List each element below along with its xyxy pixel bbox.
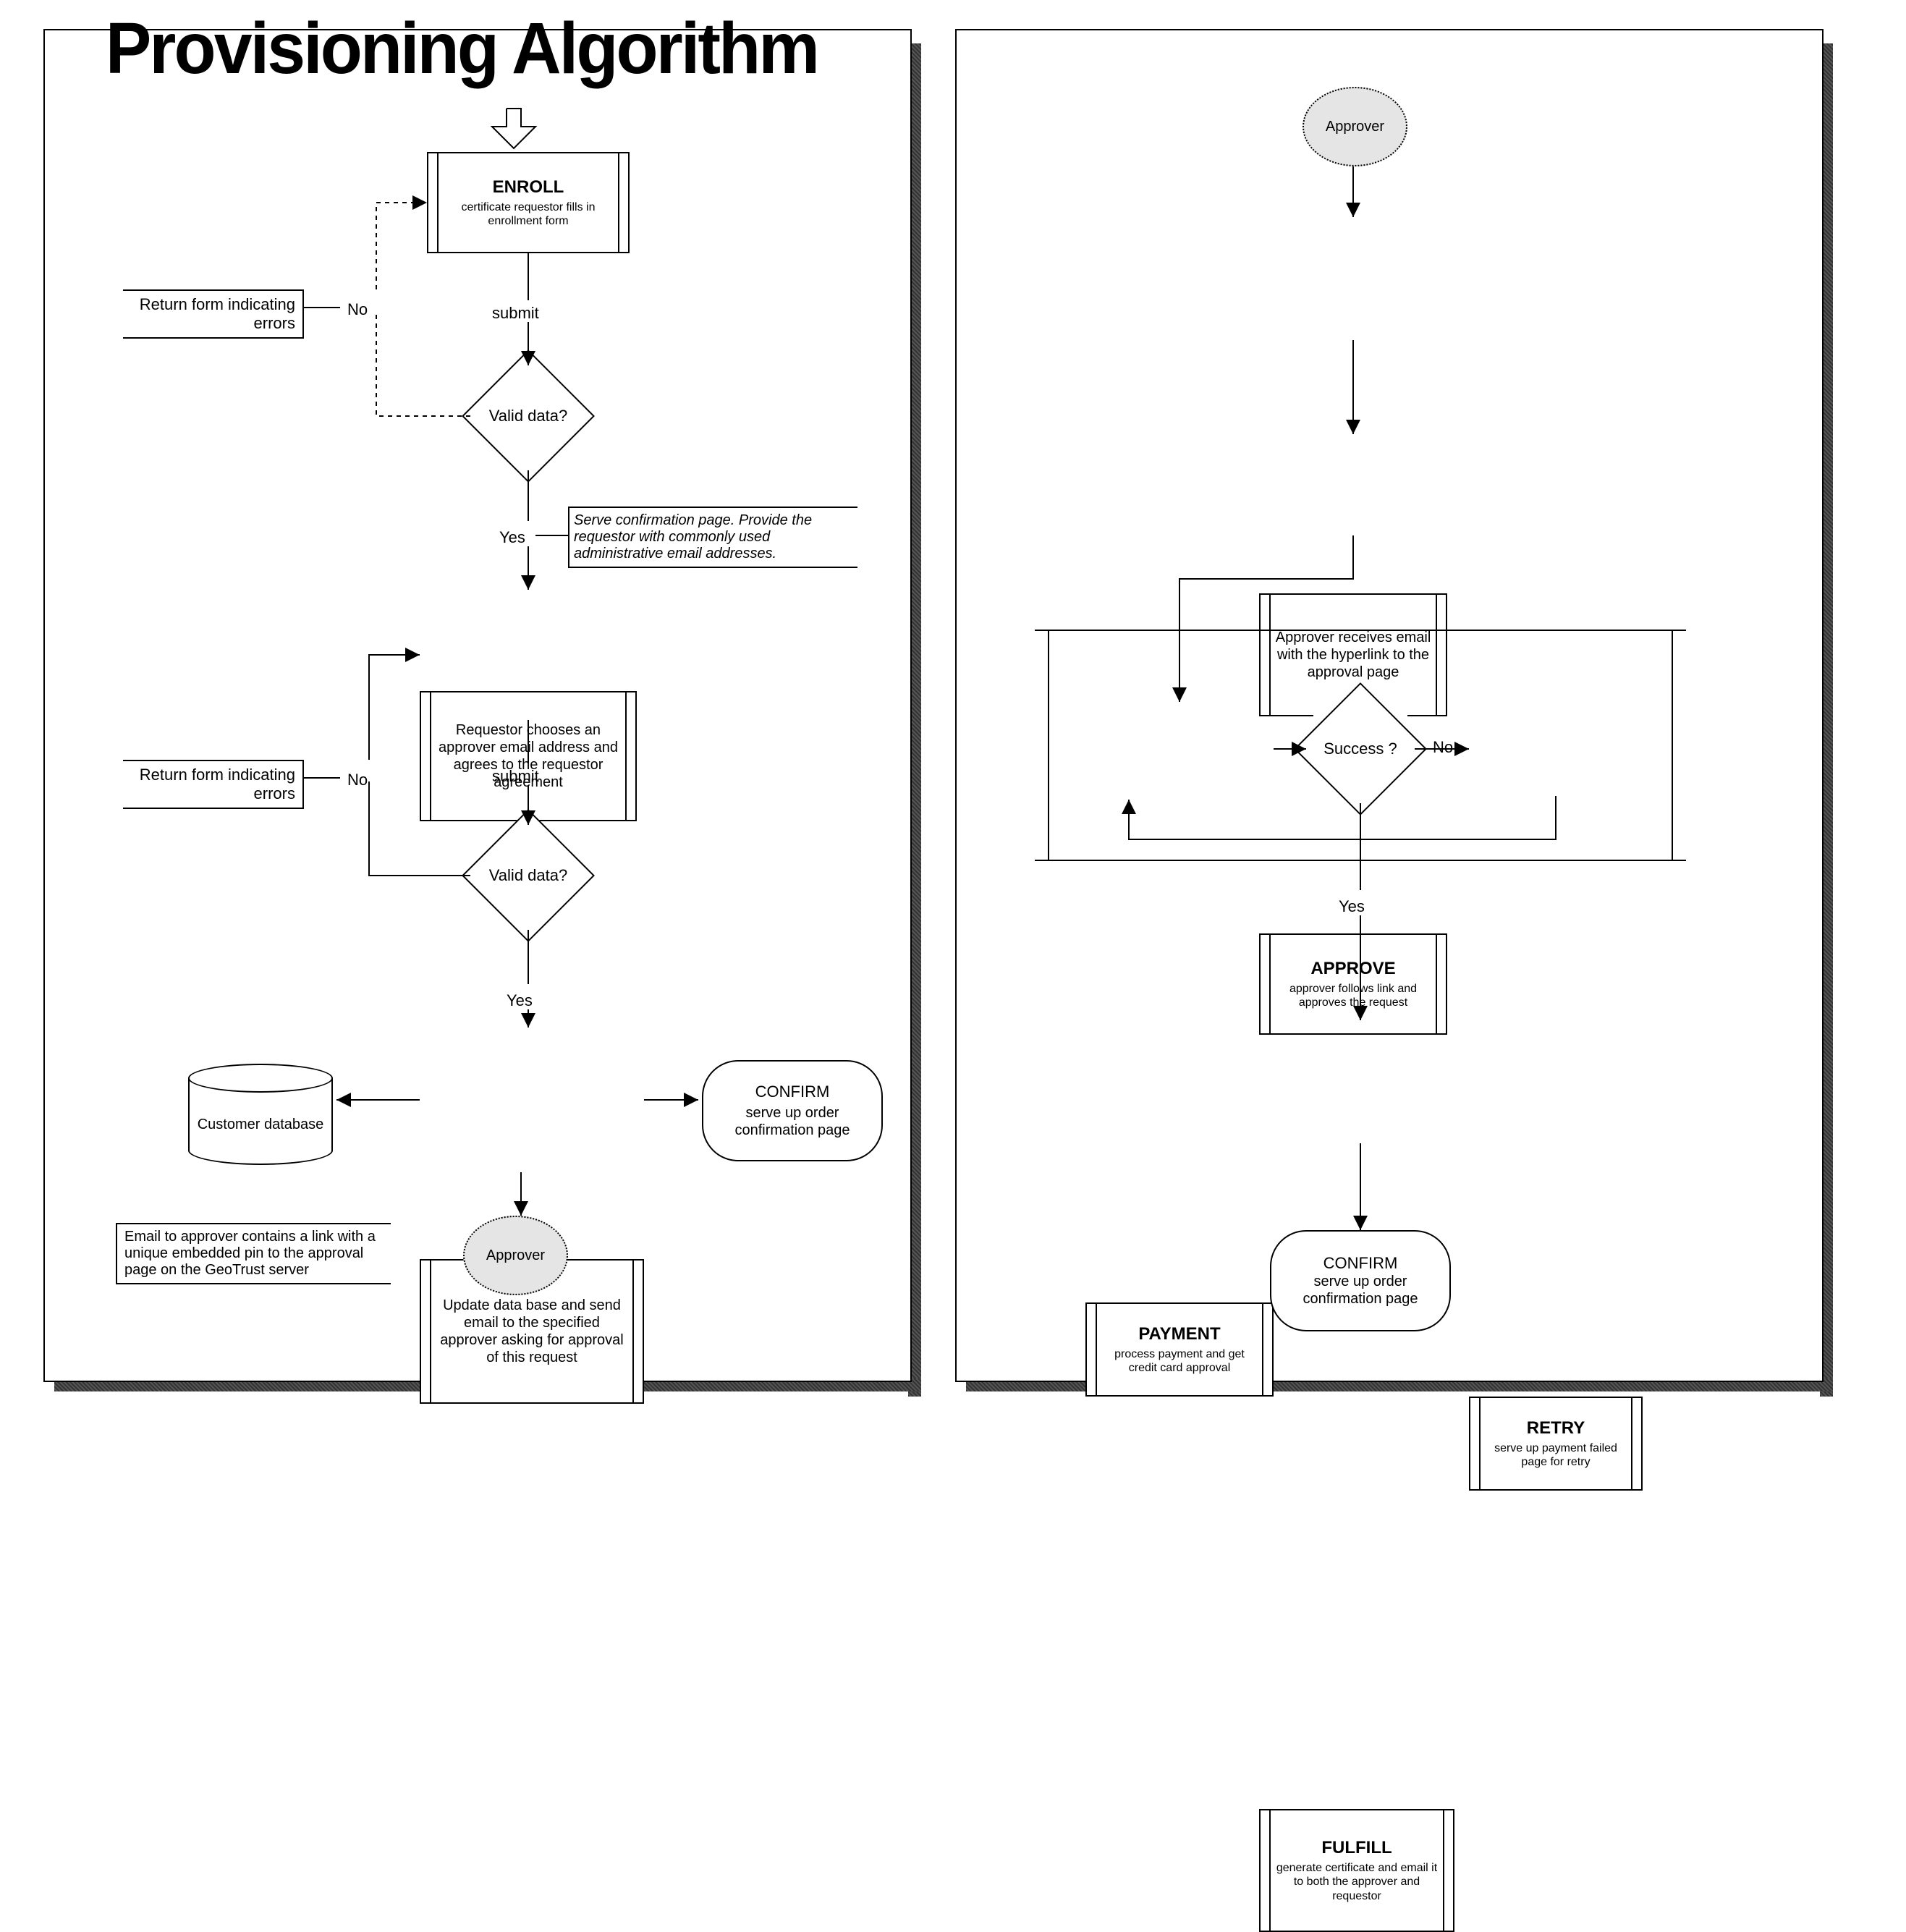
return-errors1: Return form indicating errors	[123, 289, 304, 339]
confirm-left-sub: serve up order confirmation page	[718, 1104, 867, 1139]
approver-terminator-text: Approver	[486, 1247, 545, 1264]
success-text: Success ?	[1313, 702, 1407, 796]
process-approve: APPROVE approver follows link and approv…	[1259, 933, 1447, 1035]
email-note-text: Email to approver contains a link with a…	[124, 1229, 376, 1278]
confirm-right: CONFIRM serve up order confirmation page	[1270, 1230, 1451, 1331]
process-enroll: ENROLL certificate requestor fills in en…	[427, 152, 630, 253]
retry-heading: RETRY	[1527, 1418, 1585, 1439]
fulfill-heading: FULFILL	[1321, 1838, 1392, 1858]
payment-sub: process payment and get credit card appr…	[1101, 1347, 1258, 1375]
approver-start-text: Approver	[1326, 118, 1384, 135]
page-title: Provisioning Algorithm	[106, 7, 818, 90]
decision-valid2: Valid data?	[481, 829, 575, 923]
db-text: Customer database	[198, 1116, 324, 1133]
enroll-heading: ENROLL	[493, 177, 564, 198]
customer-database: Customer database	[188, 1064, 333, 1165]
update-db-text: Update data base and send email to the s…	[436, 1297, 628, 1366]
approver-terminator: Approver	[463, 1216, 568, 1295]
decision-success: Success ?	[1313, 702, 1407, 796]
serve-confirm-note: Serve confirmation page. Provide the req…	[568, 507, 857, 568]
success-no: No	[1433, 738, 1453, 757]
valid1-text: Valid data?	[481, 369, 575, 463]
confirm-left-heading: CONFIRM	[755, 1082, 830, 1101]
success-yes: Yes	[1339, 897, 1365, 916]
return-errors2: Return form indicating errors	[123, 760, 304, 809]
process-choose-approver: Requestor chooses an approver email addr…	[420, 691, 637, 821]
fulfill-sub: generate certificate and email it to bot…	[1275, 1861, 1439, 1903]
yes1-label: Yes	[499, 528, 525, 547]
email-note: Email to approver contains a link with a…	[116, 1223, 391, 1284]
yes2-label: Yes	[507, 991, 533, 1010]
confirm-left: CONFIRM serve up order confirmation page	[702, 1060, 883, 1161]
no2-label: No	[347, 771, 368, 789]
process-retry: RETRY serve up payment failed page for r…	[1469, 1397, 1643, 1491]
valid2-text: Valid data?	[481, 829, 575, 923]
retry-sub: serve up payment failed page for retry	[1485, 1441, 1627, 1469]
return-errors1-text: Return form indicating errors	[140, 295, 295, 332]
submit2-label: submit	[492, 767, 539, 786]
payment-heading: PAYMENT	[1138, 1324, 1220, 1344]
return-errors2-text: Return form indicating errors	[140, 766, 295, 802]
approver-start: Approver	[1303, 87, 1407, 166]
no1-label: No	[347, 300, 368, 319]
submit1-label: submit	[492, 304, 539, 323]
process-payment: PAYMENT process payment and get credit c…	[1085, 1302, 1274, 1397]
confirm-right-heading: CONFIRM	[1323, 1254, 1398, 1273]
serve-confirm-text: Serve confirmation page. Provide the req…	[574, 512, 812, 562]
approve-sub: approver follows link and approves the r…	[1275, 982, 1431, 1009]
decision-valid1: Valid data?	[481, 369, 575, 463]
process-fulfill: FULFILL generate certificate and email i…	[1259, 1809, 1454, 1932]
confirm-right-sub: serve up order confirmation page	[1286, 1273, 1435, 1308]
approve-heading: APPROVE	[1310, 959, 1395, 979]
enroll-sub: certificate requestor fills in enrollmen…	[443, 200, 614, 228]
